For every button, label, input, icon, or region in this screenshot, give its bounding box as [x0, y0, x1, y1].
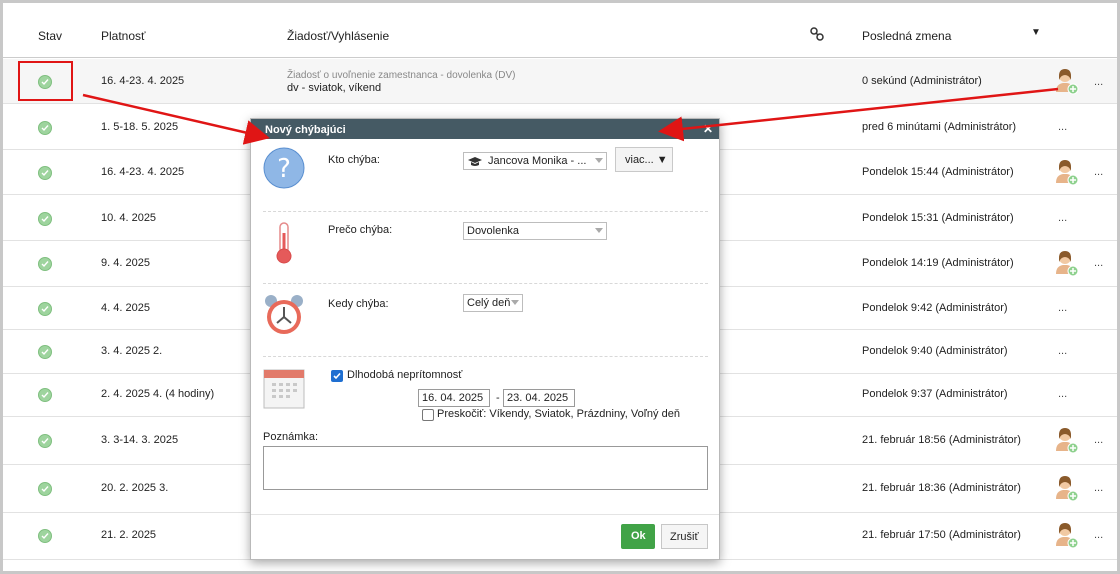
row-validity: 3. 4. 2025 2.: [101, 345, 163, 357]
table-row[interactable]: 16. 4-23. 4. 2025 Žiadosť o uvoľnenie za…: [3, 59, 1117, 104]
add-person-icon[interactable]: [1050, 520, 1080, 550]
col-request-header[interactable]: Žiadosť/Vyhlásenie: [287, 29, 389, 43]
status-ok-icon: [38, 434, 52, 448]
divider: [263, 356, 708, 357]
who-label: Kto chýba:: [328, 154, 380, 166]
chevron-down-icon: [595, 158, 603, 163]
dialog-title-bar[interactable]: Nový chýbajúci ✕: [251, 119, 719, 139]
more-button[interactable]: viac... ▼: [615, 147, 673, 172]
chevron-down-icon: [595, 228, 603, 233]
row-more-button[interactable]: ...: [1058, 121, 1067, 133]
col-last-change-header[interactable]: Posledná zmena: [862, 29, 951, 43]
row-validity: 2. 4. 2025 4. (4 hodiny): [101, 388, 215, 400]
row-validity: 9. 4. 2025: [101, 257, 150, 269]
row-validity: 1. 5-18. 5. 2025: [101, 121, 179, 133]
status-ok-icon: [38, 345, 52, 359]
row-last-change: Pondelok 14:19 (Administrátor): [862, 257, 1014, 269]
row-validity: 21. 2. 2025: [101, 529, 157, 541]
cancel-button[interactable]: Zrušiť: [661, 524, 708, 549]
who-select-value: Jancova Monika - ...: [488, 155, 587, 167]
calendar-icon: [263, 369, 305, 409]
alarm-clock-icon: [265, 295, 303, 334]
long-absence-label: Dlhodobá neprítomnosť: [347, 369, 463, 381]
col-status-header[interactable]: Stav: [38, 29, 62, 43]
row-last-change: 21. február 17:50 (Administrátor): [862, 529, 1021, 541]
divider: [263, 283, 708, 284]
status-ok-icon: [38, 302, 52, 316]
row-validity: 4. 4. 2025: [101, 302, 150, 314]
new-absence-dialog: Nový chýbajúci ✕ ? Kto chýba: Jancova Mo…: [250, 118, 720, 560]
graduation-cap-icon: [468, 157, 482, 166]
add-person-icon[interactable]: [1050, 425, 1080, 455]
row-validity: 10. 4. 2025: [101, 212, 157, 224]
row-request-type: Žiadosť o uvoľnenie zamestnanca - dovole…: [287, 70, 516, 81]
question-icon: ?: [263, 147, 305, 189]
sort-desc-icon[interactable]: ▼: [1031, 27, 1041, 38]
skip-days-label: Preskočiť: Víkendy, Sviatok, Prázdniny, …: [437, 408, 680, 420]
why-label: Prečo chýba:: [328, 224, 393, 236]
window-frame: Stav Platnosť Žiadosť/Vyhlásenie Posledn…: [0, 0, 1120, 574]
col-validity-header[interactable]: Platnosť: [101, 29, 146, 43]
annotation-highlight-box: [18, 61, 73, 101]
row-more-button[interactable]: ...: [1094, 529, 1103, 541]
status-ok-icon: [38, 121, 52, 135]
why-select[interactable]: Dovolenka: [463, 222, 607, 240]
row-more-button[interactable]: ...: [1094, 76, 1103, 88]
row-last-change: Pondelok 9:37 (Administrátor): [862, 388, 1008, 400]
row-more-button[interactable]: ...: [1058, 388, 1067, 400]
add-person-icon[interactable]: [1050, 157, 1080, 187]
note-label: Poznámka:: [263, 431, 319, 443]
row-request-title[interactable]: dv - sviatok, víkend: [287, 82, 381, 94]
add-person-icon[interactable]: [1050, 66, 1080, 96]
skip-days-checkbox[interactable]: [422, 409, 434, 421]
row-more-button[interactable]: ...: [1058, 345, 1067, 357]
row-last-change: Pondelok 9:40 (Administrátor): [862, 345, 1008, 357]
dialog-footer-divider: [251, 514, 719, 515]
add-person-icon[interactable]: [1050, 248, 1080, 278]
row-validity: 20. 2. 2025 3.: [101, 482, 169, 494]
row-last-change: 21. február 18:36 (Administrátor): [862, 482, 1021, 494]
close-icon[interactable]: ✕: [703, 122, 713, 136]
thermometer-icon: [276, 222, 292, 264]
why-select-value: Dovolenka: [467, 225, 519, 237]
status-ok-icon: [38, 482, 52, 496]
note-textarea[interactable]: [263, 446, 708, 490]
row-last-change: Pondelok 15:44 (Administrátor): [862, 166, 1014, 178]
row-more-button[interactable]: ...: [1094, 482, 1103, 494]
who-select[interactable]: Jancova Monika - ...: [463, 152, 607, 170]
row-validity: 16. 4-23. 4. 2025: [101, 166, 185, 178]
row-last-change: 21. február 18:56 (Administrátor): [862, 434, 1021, 446]
row-validity: 3. 3-14. 3. 2025: [101, 434, 179, 446]
ok-button[interactable]: Ok: [621, 524, 655, 549]
when-label: Kedy chýba:: [328, 298, 389, 310]
row-more-button[interactable]: ...: [1058, 212, 1067, 224]
row-last-change: 0 sekúnd (Administrátor): [862, 75, 982, 87]
status-ok-icon: [38, 212, 52, 226]
date-from-input[interactable]: 16. 04. 2025: [418, 389, 490, 407]
table-header: Stav Platnosť Žiadosť/Vyhlásenie Posledn…: [3, 13, 1117, 58]
when-select[interactable]: Celý deň: [463, 294, 523, 312]
chevron-down-icon: [511, 300, 519, 305]
status-ok-icon: [38, 257, 52, 271]
svg-text:?: ?: [277, 154, 291, 184]
row-validity: 16. 4-23. 4. 2025: [101, 75, 185, 87]
divider: [263, 211, 708, 212]
date-to-input[interactable]: 23. 04. 2025: [503, 389, 575, 407]
row-more-button[interactable]: ...: [1058, 302, 1067, 314]
long-absence-checkbox[interactable]: [331, 370, 343, 382]
status-ok-icon: [38, 166, 52, 180]
row-last-change: Pondelok 15:31 (Administrátor): [862, 212, 1014, 224]
add-person-icon[interactable]: [1050, 473, 1080, 503]
row-last-change: Pondelok 9:42 (Administrátor): [862, 302, 1008, 314]
row-more-button[interactable]: ...: [1094, 166, 1103, 178]
status-ok-icon: [38, 529, 52, 543]
link-icon[interactable]: [809, 26, 825, 42]
when-select-value: Celý deň: [467, 297, 511, 309]
row-last-change: pred 6 minútami (Administrátor): [862, 121, 1017, 133]
date-range-separator: -: [496, 392, 500, 404]
row-more-button[interactable]: ...: [1094, 257, 1103, 269]
status-ok-icon: [38, 388, 52, 402]
dialog-title: Nový chýbajúci: [265, 124, 346, 136]
row-more-button[interactable]: ...: [1094, 434, 1103, 446]
